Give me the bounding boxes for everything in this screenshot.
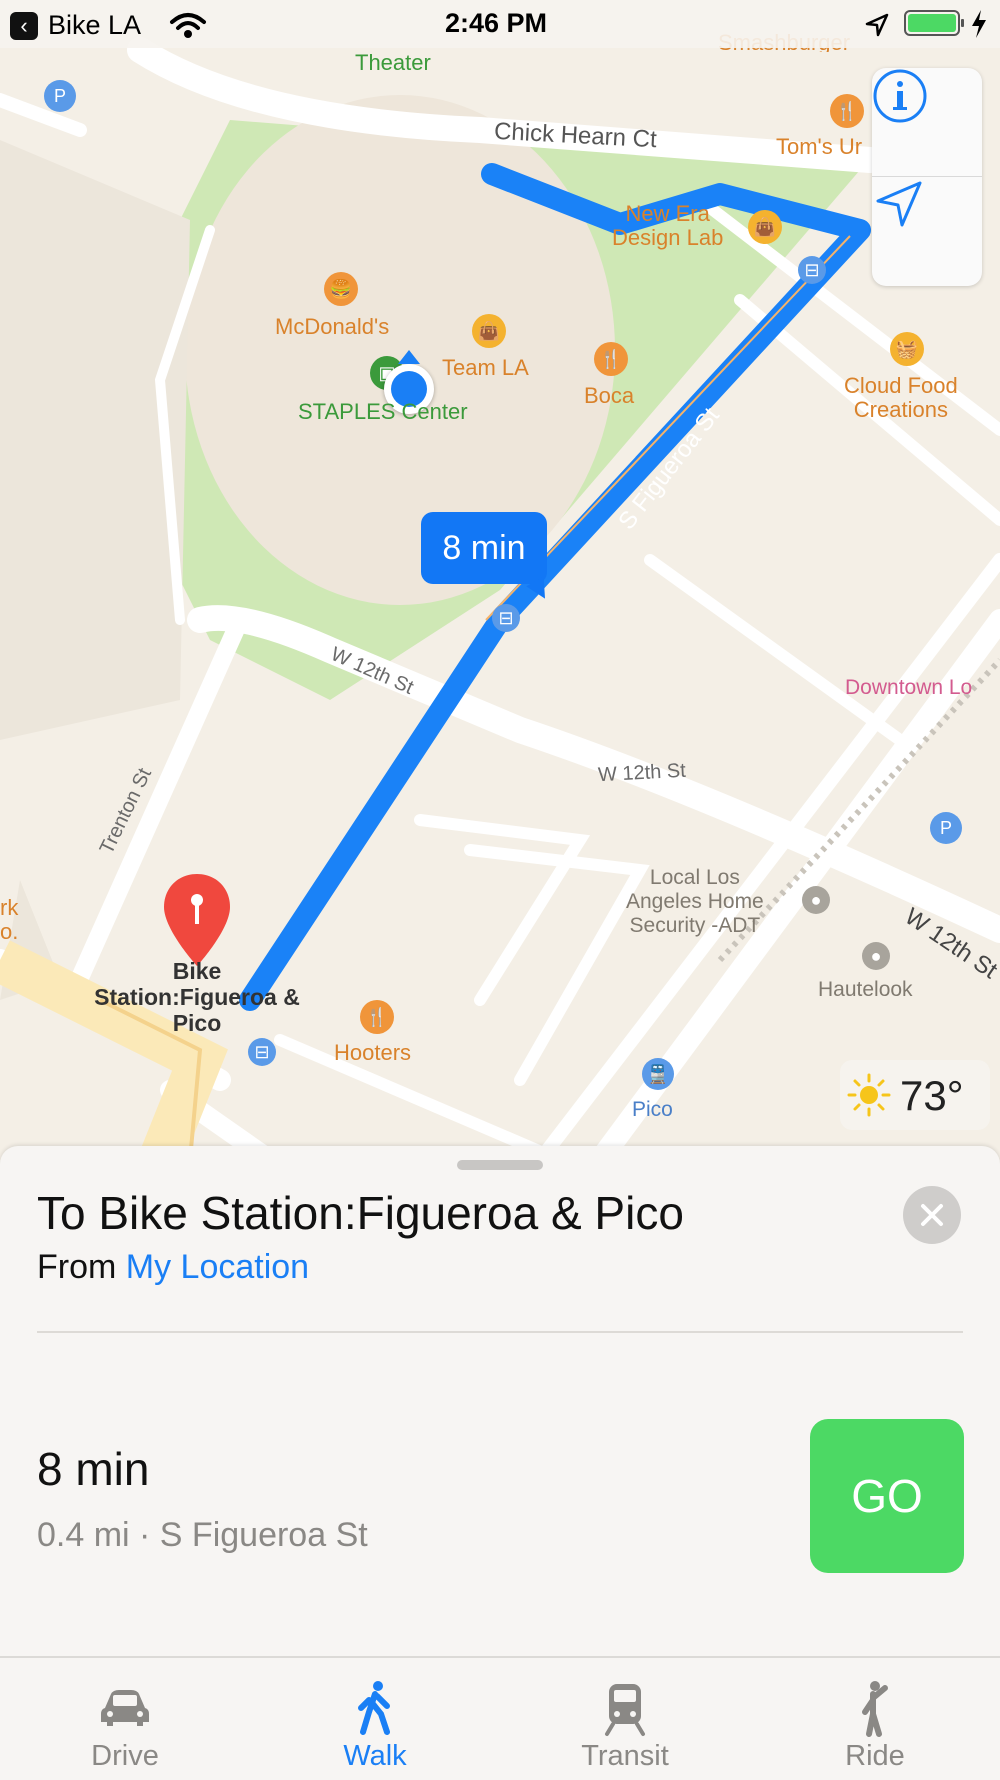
bus-stop-icon[interactable]: ⊟ <box>798 256 826 284</box>
grocery-basket-icon[interactable]: 🧺 <box>890 332 924 366</box>
tab-walk[interactable]: Walk <box>250 1658 500 1780</box>
map-label-cloud-food[interactable]: Cloud Food Creations <box>844 374 958 422</box>
train-station-icon[interactable]: 🚆 <box>642 1058 674 1090</box>
bike-line2: Station:Figueroa & <box>94 984 300 1010</box>
destination-title: To Bike Station:Figueroa & Pico <box>37 1187 684 1239</box>
bus-stop-icon[interactable]: ⊟ <box>492 604 520 632</box>
bike-line1: Bike <box>172 958 222 984</box>
map-label-toms[interactable]: Tom's Ur <box>776 134 862 160</box>
map-view[interactable]: P P 🍴 🍔 👜 👜 🍴 🧺 ▣ ⊟ ⊟ ⊟ 🍴 🚆 ● ● Theater … <box>0 0 1000 1160</box>
tab-ride-label: Ride <box>845 1740 905 1772</box>
edge-line1: rk <box>0 895 19 920</box>
map-label-hooters[interactable]: Hooters <box>334 1040 411 1066</box>
map-label-downtown[interactable]: Downtown Lo <box>845 676 972 700</box>
restaurant-icon[interactable]: 🍴 <box>594 342 628 376</box>
transport-tab-bar: Drive Walk Transit Ride <box>0 1656 1000 1780</box>
weather-widget[interactable]: 73° <box>840 1060 990 1130</box>
map-label-new-era[interactable]: New Era Design Lab <box>612 202 723 250</box>
map-label-edge[interactable]: rk o. <box>0 896 18 944</box>
bus-stop-icon[interactable]: ⊟ <box>248 1038 276 1066</box>
status-bar: ‹ Bike LA 2:46 PM <box>0 0 1000 48</box>
from-location-link[interactable]: My Location <box>126 1248 309 1286</box>
battery-icon <box>904 10 964 36</box>
destination-pin-icon[interactable] <box>162 872 232 968</box>
shopping-bag-icon[interactable]: 👜 <box>748 210 782 244</box>
wifi-icon <box>170 13 206 38</box>
parking-icon[interactable]: P <box>44 80 76 112</box>
heading-arrow-icon <box>398 350 420 364</box>
route-eta-callout[interactable]: 8 min <box>421 512 547 584</box>
info-button[interactable] <box>872 68 982 176</box>
restaurant-icon[interactable]: 🍴 <box>830 94 864 128</box>
map-label-team-la[interactable]: Team LA <box>442 355 529 381</box>
parking-icon[interactable]: P <box>930 812 962 844</box>
eta-callout-text: 8 min <box>442 528 526 567</box>
map-label-staples-center[interactable]: STAPLES Center <box>298 399 468 425</box>
tab-transit[interactable]: Transit <box>500 1658 750 1780</box>
cloud-food-line2: Creations <box>853 397 948 422</box>
local-line1: Local Los <box>649 866 740 889</box>
route-duration[interactable]: 8 min <box>37 1442 149 1496</box>
location-arrow-icon <box>876 181 922 227</box>
map-label-theater[interactable]: Theater <box>355 50 431 76</box>
card-grabber-handle[interactable] <box>457 1160 543 1170</box>
info-icon <box>873 69 927 123</box>
sun-icon <box>847 1073 891 1117</box>
map-controls-panel <box>872 68 982 286</box>
map-label-mcdonalds[interactable]: McDonald's <box>275 314 389 340</box>
generic-poi-icon[interactable]: ● <box>862 942 890 970</box>
new-era-line2: Design Lab <box>612 225 724 250</box>
tracking-button[interactable] <box>872 177 982 285</box>
back-chevron-icon: ‹ <box>10 11 38 40</box>
card-divider <box>37 1331 963 1333</box>
tab-drive-label: Drive <box>91 1740 159 1772</box>
street-label-w12-b: W 12th St <box>597 759 687 787</box>
map-label-boca[interactable]: Boca <box>584 383 634 409</box>
local-line2: Angeles Home <box>626 890 764 913</box>
weather-temperature: 73° <box>900 1072 964 1119</box>
new-era-line1: New Era <box>625 201 710 226</box>
tab-transit-label: Transit <box>581 1740 669 1772</box>
local-line3: Security -ADT <box>629 914 761 937</box>
close-icon <box>921 1204 943 1226</box>
from-prefix: From <box>37 1248 117 1286</box>
bike-line3: Pico <box>172 1010 222 1036</box>
go-button[interactable]: GO <box>810 1419 964 1573</box>
cloud-food-line1: Cloud Food <box>844 373 958 398</box>
map-label-local-la-security[interactable]: Local Los Angeles Home Security -ADT <box>626 866 764 938</box>
walk-icon <box>358 1681 390 1735</box>
car-icon <box>101 1690 149 1726</box>
map-label-bike-station[interactable]: Bike Station:Figueroa & Pico <box>74 958 320 1036</box>
location-services-icon <box>865 13 889 37</box>
route-distance-detail[interactable]: 0.4 mi · S Figueroa St <box>37 1516 368 1555</box>
ride-icon <box>862 1681 888 1737</box>
map-label-hautelook[interactable]: Hautelook <box>818 978 913 1002</box>
back-app-label: Bike LA <box>48 10 142 40</box>
restaurant-icon[interactable]: 🍴 <box>360 1000 394 1034</box>
close-button[interactable] <box>903 1186 961 1244</box>
back-to-app-button[interactable]: ‹ Bike LA <box>10 10 141 41</box>
generic-poi-icon[interactable]: ● <box>802 886 830 914</box>
edge-line2: o. <box>0 919 19 944</box>
fast-food-icon[interactable]: 🍔 <box>324 272 358 306</box>
tab-drive[interactable]: Drive <box>0 1658 250 1780</box>
status-time: 2:46 PM <box>445 8 548 38</box>
tab-walk-label: Walk <box>343 1740 407 1772</box>
map-label-pico-station[interactable]: Pico <box>632 1098 673 1122</box>
charging-bolt-icon <box>972 10 986 38</box>
train-icon <box>605 1684 645 1736</box>
shopping-bag-icon[interactable]: 👜 <box>472 314 506 348</box>
from-line: From My Location <box>37 1248 309 1287</box>
tab-ride[interactable]: Ride <box>750 1658 1000 1780</box>
directions-card[interactable]: To Bike Station:Figueroa & Pico From My … <box>0 1146 1000 1656</box>
